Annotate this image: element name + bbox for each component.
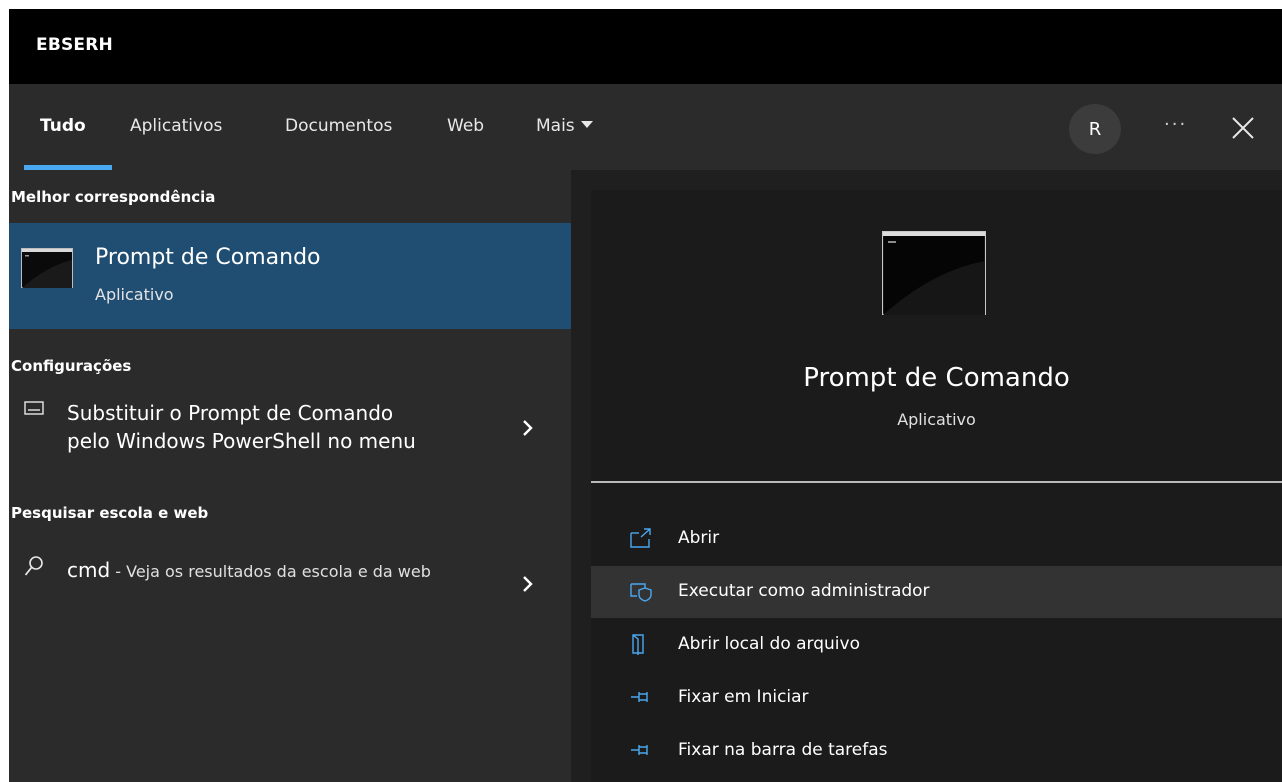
more-options-icon[interactable]: ··· [1164,114,1187,135]
tab-aplicativos[interactable]: Aplicativos [130,116,222,136]
action-open-file-location[interactable]: Abrir local do arquivo [591,619,1282,671]
open-icon [630,528,651,548]
tab-web[interactable]: Web [447,116,484,136]
best-match-heading: Melhor correspondência [11,188,216,206]
title-bar: EBSERH [9,9,1282,84]
file-location-icon [632,634,644,655]
settings-item-line1: Substituir o Prompt de Comando [67,401,394,425]
cmd-large-icon [882,231,986,315]
settings-item-text: Substituir o Prompt de Comando pelo Wind… [67,399,507,455]
search-icon [24,556,43,576]
search-window: EBSERH Tudo Aplicativos Documentos Web M… [9,9,1282,782]
keyboard-icon [24,401,44,415]
action-open-label: Abrir [678,528,720,548]
run-as-admin-icon [630,583,652,602]
chevron-right-icon[interactable] [522,575,534,593]
pin-icon [631,745,648,755]
tab-bar: Tudo Aplicativos Documentos Web Mais R ·… [9,84,1282,170]
account-avatar[interactable]: R [1069,104,1121,154]
action-open-file-location-label: Abrir local do arquivo [678,634,860,654]
preview-title: Prompt de Comando [803,363,1070,393]
best-match-item[interactable]: Prompt de Comando Aplicativo [9,223,571,329]
tab-mais-label: Mais [536,116,575,136]
preview-subtitle: Aplicativo [897,410,976,429]
settings-item[interactable]: Substituir o Prompt de Comando pelo Wind… [9,392,571,464]
action-pin-taskbar[interactable]: Fixar na barra de tarefas [591,725,1282,777]
web-search-heading: Pesquisar escola e web [11,504,209,522]
close-icon[interactable] [1231,116,1255,140]
best-match-name: Prompt de Comando [95,245,321,270]
tab-mais[interactable]: Mais [536,116,593,136]
web-search-item[interactable]: cmd - Veja os resultados da escola e da … [9,550,571,630]
preview-divider [591,481,1282,483]
window-title: EBSERH [36,35,113,55]
action-pin-taskbar-label: Fixar na barra de tarefas [678,740,888,760]
action-open[interactable]: Abrir [591,513,1282,565]
web-search-query: cmd [67,558,111,582]
tab-documentos[interactable]: Documentos [285,116,392,136]
web-search-suffix: - Veja os resultados da escola e da web [110,562,431,581]
preview-pane: Prompt de Comando Aplicativo Abrir Execu… [591,190,1282,782]
results-list: Melhor correspondência Prompt de Comando… [9,170,571,782]
web-search-text: cmd - Veja os resultados da escola e da … [67,555,487,587]
action-pin-start[interactable]: Fixar em Iniciar [591,672,1282,724]
pin-icon [631,692,648,702]
tab-tudo[interactable]: Tudo [40,116,86,136]
cmd-icon [21,248,73,288]
action-run-as-admin[interactable]: Executar como administrador [591,566,1282,618]
action-run-as-admin-label: Executar como administrador [678,581,930,601]
caret-down-icon [580,121,593,128]
action-pin-start-label: Fixar em Iniciar [678,687,809,707]
best-match-type: Aplicativo [95,285,174,304]
settings-heading: Configurações [11,357,132,375]
chevron-right-icon[interactable] [522,419,534,437]
settings-item-line2: pelo Windows PowerShell no menu [67,429,416,453]
